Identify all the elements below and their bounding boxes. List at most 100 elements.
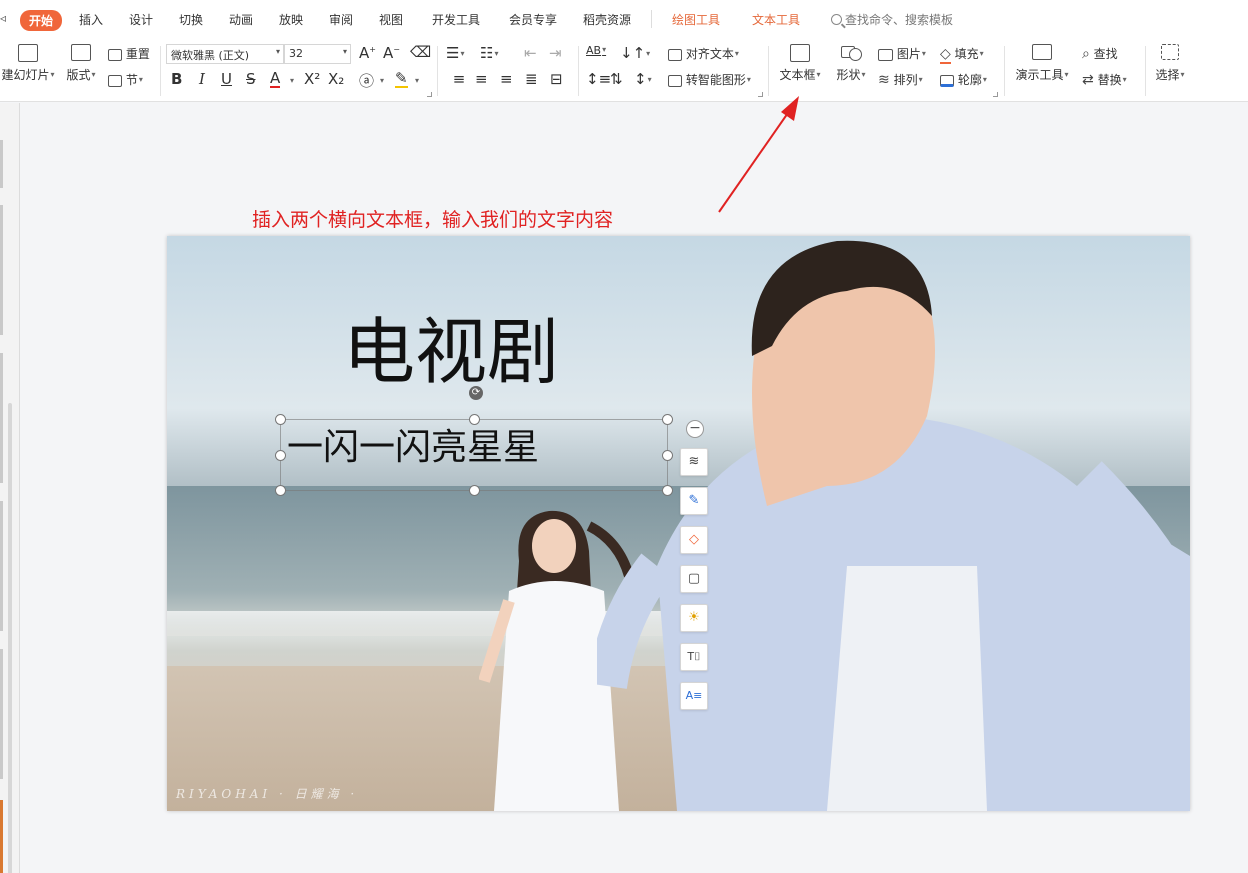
select-button[interactable]: 选择▾ — [1152, 44, 1188, 83]
tab-animation[interactable]: 动画 — [229, 11, 253, 28]
align-right-icon[interactable]: ≡ — [500, 70, 513, 88]
layout-button[interactable]: 版式▾ — [63, 44, 99, 83]
slide-title-textbox[interactable]: 电视剧 — [343, 316, 559, 388]
chevron-down-icon[interactable]: ▾ — [290, 76, 294, 85]
highlight-icon[interactable]: ✎ — [395, 70, 408, 88]
slide-thumbnail[interactable] — [0, 205, 3, 335]
arrange-icon: ≋ — [878, 72, 890, 88]
slide-canvas[interactable]: RIYAOHAI · 日耀海 · 电视剧 ⟳ 一闪一闪亮星星 — [167, 236, 1190, 811]
ribbon-separator — [578, 46, 579, 96]
increase-indent-icon[interactable]: ⇥ — [549, 44, 562, 62]
minus-icon[interactable]: − — [686, 420, 704, 438]
tab-slideshow[interactable]: 放映 — [279, 11, 303, 28]
numbered-list-icon[interactable]: ☷▾ — [480, 44, 498, 62]
resize-handle[interactable] — [275, 414, 286, 425]
distribute-icon[interactable]: ⊟ — [550, 70, 563, 88]
fill-icon[interactable]: ◇ — [680, 526, 708, 554]
menu-overflow[interactable]: ◃ — [0, 11, 6, 25]
clear-format-icon[interactable]: ⌫ — [410, 43, 431, 61]
subtitle-textbox-selected[interactable]: ⟳ 一闪一闪亮星星 — [275, 386, 673, 496]
outline-icon[interactable]: ▢ — [680, 565, 708, 593]
tab-drawing-tools[interactable]: 绘图工具 — [672, 11, 720, 28]
resize-handle[interactable] — [662, 485, 673, 496]
bulb-icon[interactable]: ☀ — [680, 604, 708, 632]
slide-thumbnail[interactable] — [0, 501, 3, 631]
grow-font-icon[interactable]: A+ — [359, 44, 376, 62]
command-search[interactable]: 查找命令、搜索模板 — [831, 11, 953, 28]
rotate-handle-icon[interactable]: ⟳ — [469, 386, 483, 400]
resize-handle[interactable] — [275, 450, 286, 461]
column-spacing-icon[interactable]: ↕▾ — [634, 70, 652, 88]
slide-thumbnail[interactable] — [0, 140, 3, 188]
thumbnail-scrollbar[interactable] — [8, 403, 12, 873]
slide-thumbnail-pane[interactable] — [0, 103, 20, 873]
chevron-down-icon[interactable]: ▾ — [415, 76, 419, 85]
tab-review[interactable]: 审阅 — [329, 11, 353, 28]
shape-button[interactable]: 形状▾ — [832, 44, 870, 83]
search-icon — [831, 14, 842, 25]
paragraph-dialog-launcher-icon[interactable] — [758, 92, 763, 97]
slide-subtitle-text[interactable]: 一闪一闪亮星星 — [287, 428, 539, 468]
text-transform-icon[interactable]: T⌷ — [680, 643, 708, 671]
decrease-indent-icon[interactable]: ⇤ — [524, 44, 537, 62]
strikethrough-icon[interactable]: S — [246, 70, 256, 88]
tab-design[interactable]: 设计 — [129, 11, 153, 28]
section-button[interactable]: 节▾ — [108, 71, 143, 88]
tab-developer[interactable]: 开发工具 — [432, 11, 480, 28]
outline-button[interactable]: 轮廓▾ — [940, 71, 987, 88]
tab-member[interactable]: 会员专享 — [509, 11, 557, 28]
resize-handle[interactable] — [662, 414, 673, 425]
textbox-button[interactable]: 文本框▾ — [776, 44, 824, 83]
picture-button[interactable]: 图片▾ — [878, 45, 926, 62]
italic-icon[interactable]: I — [199, 70, 205, 88]
paragraph-spacing-icon[interactable]: ⇅ — [610, 70, 623, 88]
slide-thumbnail[interactable] — [0, 649, 3, 779]
resize-handle[interactable] — [275, 485, 286, 496]
layers-icon[interactable]: ≋ — [680, 448, 708, 476]
text-direction-icon[interactable]: AB▾ — [586, 44, 606, 57]
underline-icon[interactable]: U — [221, 70, 232, 88]
resize-handle[interactable] — [469, 414, 480, 425]
fill-button[interactable]: ◇ 填充▾ — [940, 45, 984, 64]
shrink-font-icon[interactable]: A− — [383, 44, 400, 62]
resize-handle[interactable] — [469, 485, 480, 496]
align-left-icon[interactable]: ≡ — [448, 70, 470, 88]
superscript-icon[interactable]: X² — [304, 70, 320, 88]
line-spacing-icon[interactable]: ↕≡ — [586, 70, 611, 88]
slide-thumbnail-active[interactable] — [0, 800, 3, 873]
new-slide-button[interactable]: 建幻灯片▾ — [0, 44, 56, 83]
phonetic-icon[interactable]: ⓐ — [359, 70, 374, 91]
tab-home[interactable]: 开始 — [20, 10, 63, 31]
justify-icon[interactable]: ≣ — [525, 70, 538, 88]
align-text-button[interactable]: 对齐文本▾ — [668, 45, 739, 62]
present-tools-button[interactable]: 演示工具▾ — [1012, 44, 1072, 83]
find-button[interactable]: ⌕ 查找 — [1082, 45, 1118, 62]
resize-handle[interactable] — [662, 450, 673, 461]
outline-icon — [940, 75, 954, 87]
tab-insert[interactable]: 插入 — [79, 11, 103, 28]
shape-label: 形状 — [836, 68, 861, 82]
brush-icon[interactable]: ✎ — [680, 487, 708, 515]
tab-transition[interactable]: 切换 — [179, 11, 203, 28]
replace-button[interactable]: ⇄ 替换▾ — [1082, 71, 1127, 88]
layout-icon — [63, 44, 99, 66]
subscript-icon[interactable]: X₂ — [328, 70, 344, 88]
reset-button[interactable]: 重置 — [108, 45, 150, 62]
smartart-button[interactable]: 转智能图形▾ — [668, 71, 751, 88]
drawing-dialog-launcher-icon[interactable] — [993, 92, 998, 97]
slide-thumbnail[interactable] — [0, 353, 3, 483]
chevron-down-icon[interactable]: ▾ — [380, 76, 384, 85]
arrange-button[interactable]: ≋ 排列▾ — [878, 71, 923, 88]
bold-icon[interactable]: B — [171, 70, 182, 88]
tab-resources[interactable]: 稻壳资源 — [583, 11, 631, 28]
font-name-select[interactable]: 微软雅黑 (正文) ▾ — [166, 44, 284, 64]
font-color-icon[interactable]: A — [270, 70, 281, 88]
font-size-select[interactable]: 32 ▾ — [284, 44, 351, 64]
tab-text-tools[interactable]: 文本工具 — [752, 11, 800, 28]
align-center-icon[interactable]: ≡ — [475, 70, 488, 88]
bullet-list-icon[interactable]: ☰▾ — [446, 44, 464, 62]
font-dialog-launcher-icon[interactable] — [427, 92, 432, 97]
text-style-icon[interactable]: A≡ — [680, 682, 708, 710]
tab-view[interactable]: 视图 — [379, 11, 403, 28]
text-spacing-icon[interactable]: ↓↑▾ — [620, 44, 650, 62]
